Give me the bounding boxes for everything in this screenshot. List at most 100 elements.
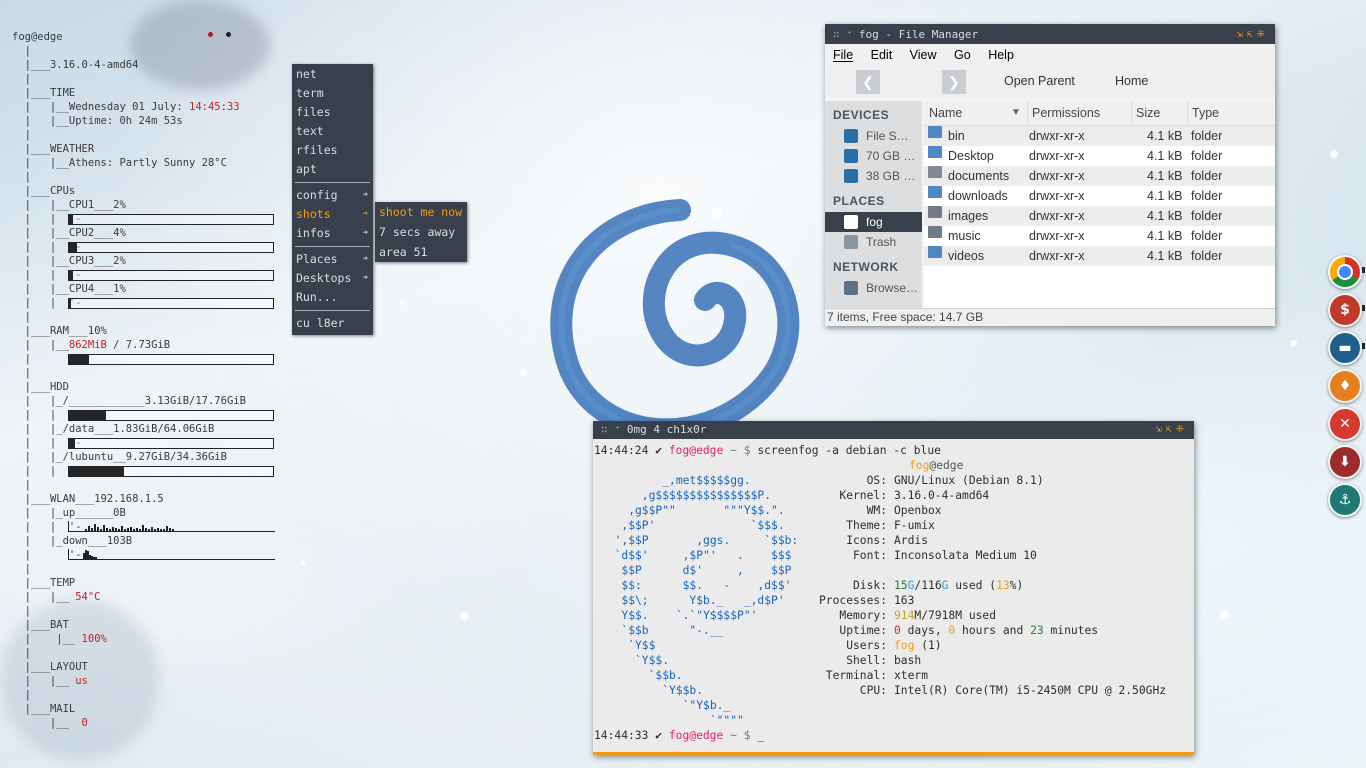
prompt-line-2: 14:44:33 ✔ fog@edge ~ $ _ <box>594 728 764 743</box>
devices-heading: DEVICES <box>833 108 890 122</box>
open-parent-button[interactable]: Open Parent <box>1004 74 1075 88</box>
sysinfo-key: Processes: <box>818 594 887 607</box>
logo-line: `d$$' ,$P"' . $$$ <box>601 549 792 562</box>
menu-item-net[interactable]: net <box>292 65 373 84</box>
sysinfo-theme: F-umix <box>894 519 935 532</box>
column-type[interactable]: Type <box>1187 101 1219 125</box>
menu-separator <box>295 246 370 247</box>
back-button[interactable]: ❮ <box>856 70 880 94</box>
home-button[interactable]: Home <box>1115 74 1148 88</box>
sidebar-item-device-1[interactable]: File S… <box>825 126 922 146</box>
menu-help[interactable]: Help <box>988 48 1014 62</box>
menu-item-infos[interactable]: infos ➔ <box>292 224 373 243</box>
sysinfo-key: Users: <box>846 639 887 652</box>
table-row[interactable]: downloads drwxr-xr-x 4.1 kB folder <box>924 186 1275 206</box>
menu-item-config[interactable]: config ➔ <box>292 186 373 205</box>
conky-mail: 0 <box>81 717 88 729</box>
sysinfo-key: Icons: <box>846 534 887 547</box>
uptime-days: 0 <box>894 624 901 637</box>
sysinfo-key: Font: <box>852 549 887 562</box>
forward-arrow-icon: ❯ <box>948 74 960 90</box>
menu-item-term[interactable]: term <box>292 84 373 103</box>
menu-edit[interactable]: Edit <box>871 48 893 62</box>
sidebar-item-browse-network[interactable]: Browse… <box>825 278 922 298</box>
menu-item-places[interactable]: Places ➔ <box>292 250 373 269</box>
prompt-path: ~ $ <box>730 729 751 742</box>
download-graph <box>68 549 275 560</box>
close-icon[interactable]: ✕ <box>1328 407 1362 441</box>
menu-item-apt[interactable]: apt <box>292 160 373 179</box>
image-icon <box>928 206 942 218</box>
users-name: fog <box>894 639 915 652</box>
column-name[interactable]: Name <box>929 101 962 125</box>
conky-cpu-block: | |__CPU1___2% | | '- | |__CPU2___4% | |… <box>12 198 282 310</box>
files-icon[interactable]: ▬ <box>1328 331 1362 365</box>
sidebar-item-device-2[interactable]: 70 GB … <box>825 146 922 166</box>
check-icon: ✔ <box>655 444 663 457</box>
sysinfo-key: Uptime: <box>839 624 887 637</box>
sidebar-item-trash[interactable]: Trash <box>825 232 922 252</box>
file-type: folder <box>1191 129 1223 143</box>
column-size[interactable]: Size <box>1131 101 1160 125</box>
window-buttons[interactable]: ⇲⇱⁜ <box>1156 421 1188 439</box>
conky-weather-label: WEATHER <box>49 143 95 155</box>
forward-button[interactable]: ❯ <box>942 70 966 94</box>
table-row[interactable]: music drwxr-xr-x 4.1 kB folder <box>924 226 1275 246</box>
grip-icon: ∷ ⁺ <box>833 28 853 41</box>
menu-item-shots[interactable]: shots ➔ <box>292 205 373 224</box>
conky-time-label: TIME <box>49 87 76 99</box>
grip-icon: ∷ ⁺ <box>601 423 621 436</box>
window-buttons[interactable]: ⇲⇱⁜ <box>1237 26 1269 44</box>
sidebar-item-label: 70 GB … <box>866 149 916 163</box>
column-permissions[interactable]: Permissions <box>1027 101 1100 125</box>
anchor-icon[interactable]: ⚓ <box>1328 483 1362 517</box>
money-icon[interactable]: $ <box>1328 293 1362 327</box>
menu-item-desktops[interactable]: Desktops ➔ <box>292 269 373 288</box>
menu-go[interactable]: Go <box>954 48 971 62</box>
file-size: 4.1 kB <box>1147 169 1183 183</box>
menu-item-text[interactable]: text <box>292 122 373 141</box>
mem-used: 914 <box>894 609 915 622</box>
fm-sidebar: DEVICES File S… 70 GB … 38 GB … PLACES f… <box>825 101 922 326</box>
flame-icon[interactable]: ♦ <box>1328 369 1362 403</box>
file-name: music <box>948 229 981 243</box>
file-type: folder <box>1191 209 1223 223</box>
submenu-area[interactable]: area 51 <box>375 242 467 262</box>
menu-item-files[interactable]: files <box>292 103 373 122</box>
sidebar-item-fog[interactable]: fog <box>825 212 922 232</box>
sysinfo-processes: 163 <box>894 594 915 607</box>
terminal-window[interactable]: ∷ ⁺ 0mg 4 ch1x0r ⇲⇱⁜ 14:44:24 ✔ fog@edge … <box>593 421 1194 755</box>
menu-item-logout[interactable]: cu l8er <box>292 314 373 333</box>
sidebar-item-device-3[interactable]: 38 GB … <box>825 166 922 186</box>
chrome-icon[interactable] <box>1328 255 1362 289</box>
table-row[interactable]: bin drwxr-xr-x 4.1 kB folder <box>924 126 1275 146</box>
file-manager-window: ∷ ⁺ fog - File Manager ⇲⇱⁜ File Edit View… <box>825 24 1275 326</box>
users-count: (1) <box>914 639 942 652</box>
prompt-user-host: fog@edge <box>668 729 724 742</box>
header-user: fog <box>909 459 930 472</box>
disk-label: _/data___1.83GiB/64.06GiB <box>56 423 215 435</box>
submenu-delay[interactable]: 7 secs away <box>375 222 467 242</box>
sysinfo-key: CPU: <box>859 684 887 697</box>
file-type: folder <box>1191 249 1223 263</box>
download-icon[interactable]: ⬇ <box>1328 445 1362 479</box>
submenu-shoot-now[interactable]: shoot me now <box>375 202 467 222</box>
table-row[interactable]: Desktop drwxr-xr-x 4.1 kB folder <box>924 146 1275 166</box>
table-row[interactable]: videos drwxr-xr-x 4.1 kB folder <box>924 246 1275 266</box>
file-size: 4.1 kB <box>1147 229 1183 243</box>
disk-bar <box>68 466 274 477</box>
table-row[interactable]: documents drwxr-xr-x 4.1 kB folder <box>924 166 1275 186</box>
menu-item-rfiles[interactable]: rfiles <box>292 141 373 160</box>
table-row[interactable]: images drwxr-xr-x 4.1 kB folder <box>924 206 1275 226</box>
file-name: downloads <box>948 189 1008 203</box>
arrow-right-icon: ➔ <box>362 228 368 238</box>
menu-item-run[interactable]: Run... <box>292 288 373 307</box>
fm-titlebar[interactable]: ∷ ⁺ fog - File Manager ⇲⇱⁜ <box>825 26 1275 44</box>
conky-host: fog@edge <box>12 31 63 43</box>
menu-file[interactable]: File <box>833 48 853 62</box>
file-name: videos <box>948 249 985 263</box>
menu-view[interactable]: View <box>910 48 937 62</box>
prompt-time: 14:44:24 <box>594 444 649 457</box>
terminal-titlebar[interactable]: ∷ ⁺ 0mg 4 ch1x0r ⇲⇱⁜ <box>593 421 1194 439</box>
disk-icon <box>844 149 858 163</box>
